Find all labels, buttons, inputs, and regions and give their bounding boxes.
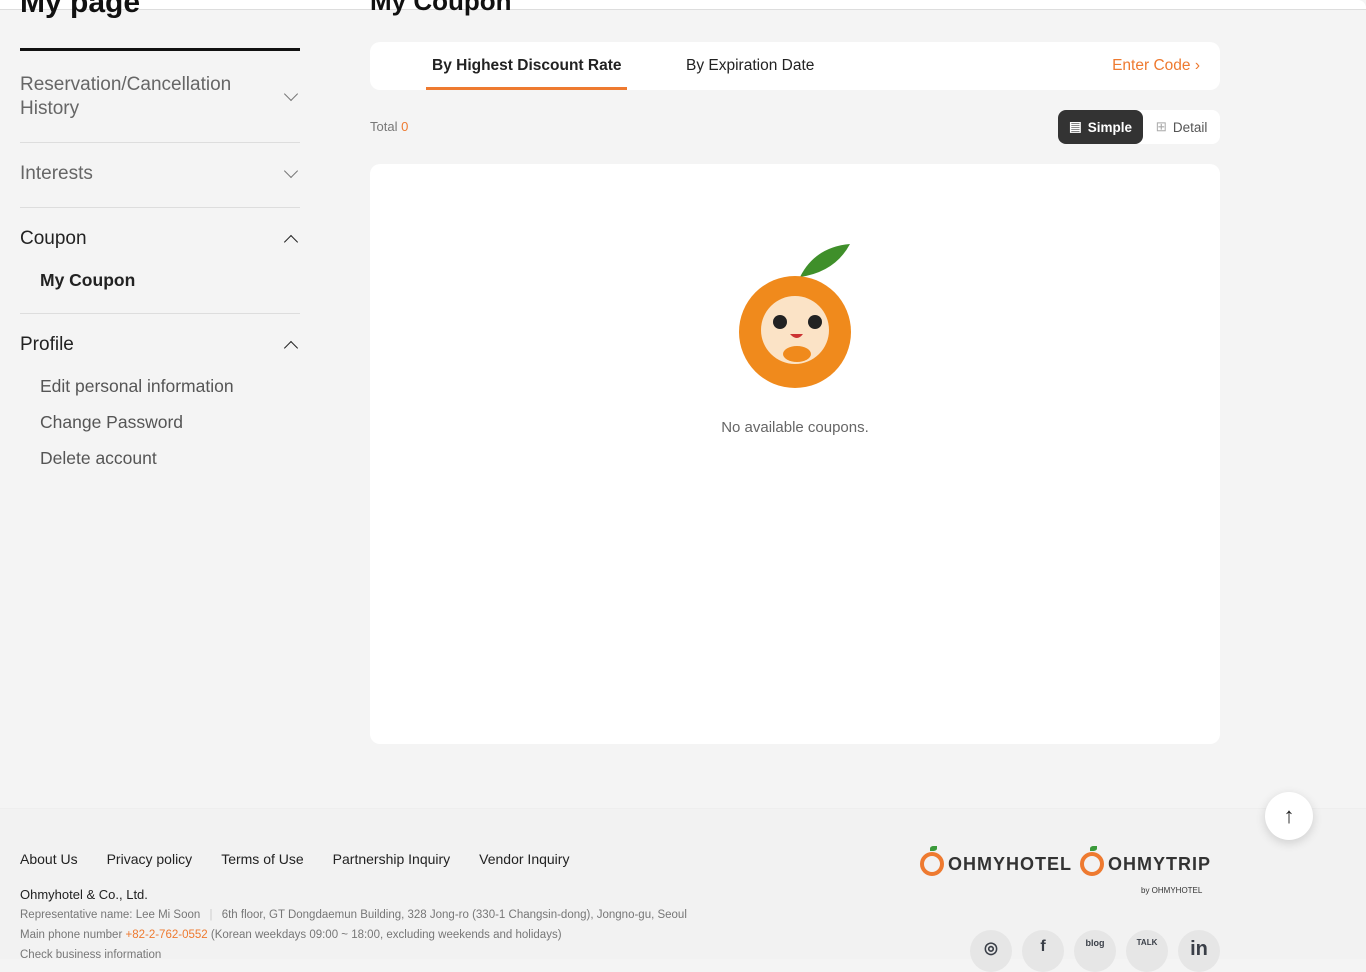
scroll-to-top-button[interactable]: ↑: [1265, 792, 1313, 840]
sidebar-section-reservation: Reservation/Cancellation History: [20, 51, 300, 143]
simple-label: Simple: [1087, 119, 1133, 135]
orange-logo-icon: [1080, 846, 1104, 876]
footer-link-terms[interactable]: Terms of Use: [221, 851, 303, 867]
sidebar-item-coupon[interactable]: Coupon: [20, 208, 300, 250]
chevron-down-icon: [283, 163, 299, 179]
chevron-right-icon: ›: [1194, 57, 1200, 74]
sidebar: Reservation/Cancellation History Interes…: [20, 48, 300, 476]
kakaotalk-icon[interactable]: TALK: [1126, 930, 1168, 972]
sidebar-subitem-edit-info[interactable]: Edit personal information: [20, 368, 300, 404]
linkedin-icon[interactable]: in: [1178, 930, 1220, 972]
logo-byline: by OHMYHOTEL: [1141, 886, 1203, 895]
enter-code-link[interactable]: Enter Code ›: [1112, 42, 1200, 90]
orange-logo-icon: [920, 846, 944, 876]
logo-text: OHMYHOTEL: [948, 853, 1072, 874]
sidebar-label: Interests: [20, 163, 93, 184]
empty-message: No available coupons.: [721, 419, 869, 436]
tab-expiration-date[interactable]: By Expiration Date: [686, 42, 814, 90]
sidebar-subitem-my-coupon[interactable]: My Coupon: [20, 262, 300, 298]
sidebar-section-profile: Profile Edit personal information Change…: [20, 314, 300, 476]
facebook-icon[interactable]: f: [1022, 930, 1064, 972]
phone-link[interactable]: +82-2-762-0552: [126, 929, 208, 941]
sidebar-label: Profile: [20, 334, 74, 355]
instagram-icon[interactable]: ◎: [970, 930, 1012, 972]
company-name: Ohmyhotel & Co., Ltd.: [20, 887, 148, 902]
phone-label: Main phone number: [20, 929, 123, 941]
business-info-link[interactable]: Check business information: [20, 949, 161, 961]
grid-icon: ⊞: [1155, 119, 1167, 134]
detail-view-button[interactable]: ⊞ Detail: [1143, 110, 1220, 144]
logo-text: OHMYTRIP: [1108, 853, 1212, 874]
chevron-up-icon: [283, 234, 299, 250]
footer-link-privacy[interactable]: Privacy policy: [107, 851, 193, 867]
simple-view-button[interactable]: ▤ Simple: [1058, 110, 1143, 144]
chevron-down-icon: [283, 86, 299, 102]
phone-line: Main phone number +82-2-762-0552 (Korean…: [20, 929, 562, 941]
sidebar-subitem-delete-account[interactable]: Delete account: [20, 440, 300, 476]
enter-code-label: Enter Code: [1112, 57, 1191, 74]
footer-link-about[interactable]: About Us: [20, 851, 78, 867]
sidebar-item-reservation[interactable]: Reservation/Cancellation History: [20, 51, 300, 121]
sort-tabs: By Highest Discount Rate By Expiration D…: [370, 42, 1220, 90]
orange-mascot-illustration: [739, 244, 851, 388]
coupon-list-panel: No available coupons.: [370, 164, 1220, 744]
ohmytrip-logo[interactable]: OHMYTRIP: [1080, 846, 1212, 876]
representative: Representative name: Lee Mi Soon: [20, 909, 201, 921]
total-label: Total: [370, 119, 398, 134]
sidebar-section-coupon: Coupon My Coupon: [20, 208, 300, 314]
sidebar-label: Coupon: [20, 228, 87, 249]
total-count: Total 0: [370, 119, 408, 134]
sidebar-label: Reservation/Cancellation History: [20, 74, 232, 119]
chevron-up-icon: [283, 340, 299, 356]
sidebar-section-interests: Interests: [20, 143, 300, 208]
company-address-line: Representative name: Lee Mi Soon | 6th f…: [20, 909, 687, 921]
ohmyhotel-logo[interactable]: OHMYHOTEL: [920, 846, 1072, 876]
browser-top-edge: [0, 0, 1366, 10]
blog-icon[interactable]: blog: [1074, 930, 1116, 972]
list-icon: ▤: [1068, 119, 1082, 134]
sidebar-item-profile[interactable]: Profile: [20, 314, 300, 356]
footer-link-vendor[interactable]: Vendor Inquiry: [479, 851, 569, 867]
arrow-up-icon: ↑: [1283, 803, 1295, 828]
detail-label: Detail: [1172, 119, 1208, 135]
page-title: My page: [20, 0, 141, 19]
sidebar-item-interests[interactable]: Interests: [20, 143, 300, 185]
tab-highest-discount[interactable]: By Highest Discount Rate: [426, 42, 628, 90]
total-value: 0: [401, 119, 409, 134]
footer-link-partnership[interactable]: Partnership Inquiry: [333, 851, 451, 867]
section-title: My Coupon: [370, 0, 512, 16]
sidebar-subitem-change-password[interactable]: Change Password: [20, 404, 300, 440]
address: 6th floor, GT Dongdaemun Building, 328 J…: [221, 909, 687, 921]
hours: (Korean weekdays 09:00 ~ 18:00, excludin…: [210, 929, 562, 941]
view-toggle: ▤ Simple ⊞ Detail: [1058, 110, 1220, 144]
footer-links: About Us Privacy policy Terms of Use Par…: [20, 851, 569, 867]
